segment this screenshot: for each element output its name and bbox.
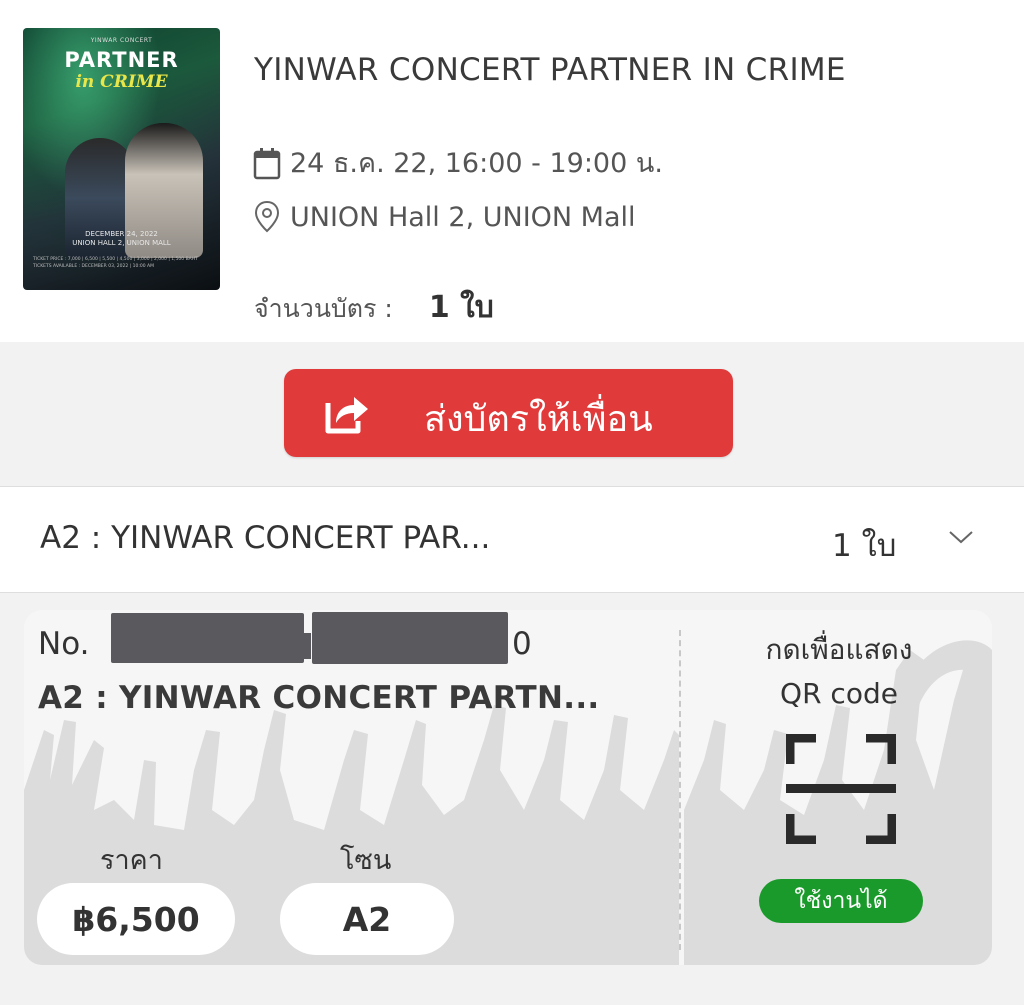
share-forward-icon xyxy=(322,389,372,437)
send-ticket-to-friend-button[interactable]: ส่งบัตรให้เพื่อน xyxy=(284,369,733,457)
redacted-ticket-number-block xyxy=(312,612,508,664)
show-qr-code-prompt[interactable]: กดเพื่อแสดง QR code xyxy=(729,628,949,716)
qr-caption-line: กดเพื่อแสดง xyxy=(765,633,913,666)
event-summary-card: YINWAR CONCERT PARTNER in CRIME DECEMBER… xyxy=(0,0,1024,342)
ticket-quantity-value: 1 ใบ xyxy=(428,290,494,325)
ticket-quantity-row: จำนวนบัตร : 1 ใบ xyxy=(254,284,494,331)
event-poster-image: YINWAR CONCERT PARTNER in CRIME DECEMBER… xyxy=(23,28,220,290)
poster-venue-line: UNION HALL 2, UNION MALL xyxy=(72,239,171,247)
qr-scan-icon[interactable] xyxy=(785,733,897,845)
redacted-ticket-number-block xyxy=(111,613,304,663)
ticket-name: A2 : YINWAR CONCERT PARTN... xyxy=(38,680,600,716)
price-value: ฿6,500 xyxy=(37,883,235,955)
send-ticket-label: ส่งบัตรให้เพื่อน xyxy=(424,399,653,440)
event-datetime: 24 ธ.ค. 22, 16:00 - 19:00 น. xyxy=(290,148,663,179)
event-title: YINWAR CONCERT PARTNER IN CRIME xyxy=(254,52,846,88)
ticket-number-prefix: No. xyxy=(38,626,90,662)
event-venue: UNION Hall 2, UNION Mall xyxy=(290,201,636,233)
zone-value: A2 xyxy=(280,883,454,955)
poster-date: DECEMBER 24, 2022 UNION HALL 2, UNION MA… xyxy=(23,230,220,248)
event-venue-row: UNION Hall 2, UNION Mall xyxy=(252,198,636,236)
poster-date-line: DECEMBER 24, 2022 xyxy=(85,230,158,238)
ticket-group-title: A2 : YINWAR CONCERT PAR... xyxy=(40,520,491,556)
ticket-card: No. 0 A2 : YINWAR CONCERT PARTN... ราคา … xyxy=(24,610,992,965)
redacted-ticket-number-block xyxy=(299,633,311,659)
ticket-perforation-divider xyxy=(679,630,681,950)
poster-fine-print: TICKET PRICE : 7,000 | 6,500 | 5,500 | 4… xyxy=(33,256,213,270)
ticket-quantity-label: จำนวนบัตร : xyxy=(254,294,393,323)
ticket-group-quantity: 1 ใบ xyxy=(832,528,897,564)
ticket-status-badge: ใช้งานได้ xyxy=(759,879,923,923)
ticket-number-visible-tail: 0 xyxy=(512,626,532,662)
chevron-down-icon[interactable] xyxy=(948,527,974,547)
poster-title: PARTNER xyxy=(64,48,179,72)
qr-caption-line: QR code xyxy=(780,677,898,710)
location-pin-icon xyxy=(252,198,282,236)
ticket-group-header[interactable]: A2 : YINWAR CONCERT PAR... 1 ใบ xyxy=(0,486,1024,593)
calendar-icon xyxy=(252,144,282,182)
zone-label: โซน xyxy=(340,845,392,876)
poster-fine-print-line: TICKETS AVAILABLE : DECEMBER 03, 2022 | … xyxy=(33,264,154,269)
price-label: ราคา xyxy=(100,845,163,876)
poster-top-label: YINWAR CONCERT xyxy=(90,37,153,44)
event-datetime-row: 24 ธ.ค. 22, 16:00 - 19:00 น. xyxy=(252,141,663,184)
poster-subtitle: in CRIME xyxy=(75,72,168,92)
poster-fine-print-line: TICKET PRICE : 7,000 | 6,500 | 5,500 | 4… xyxy=(33,257,198,262)
